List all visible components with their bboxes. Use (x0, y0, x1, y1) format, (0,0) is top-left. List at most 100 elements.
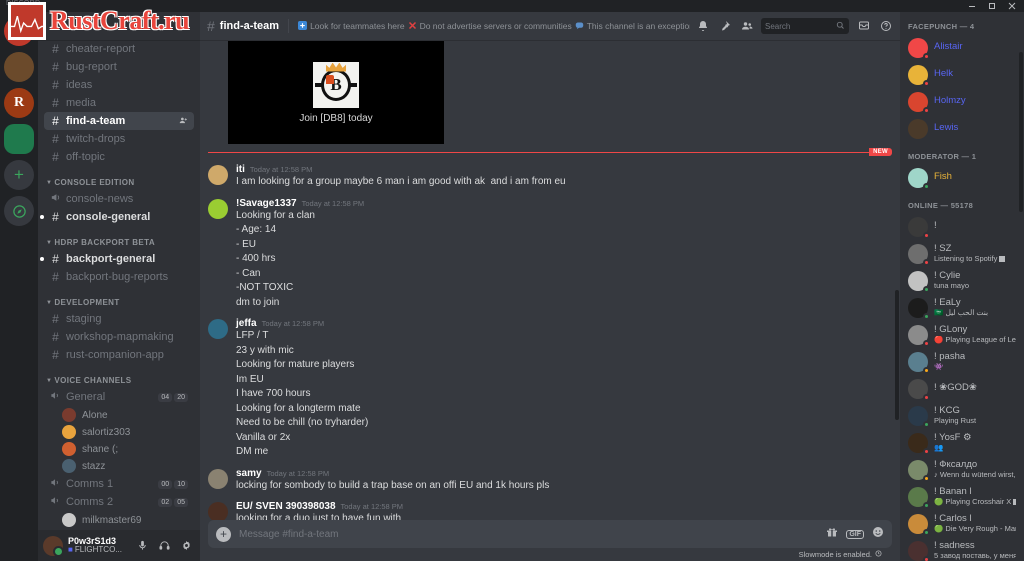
member-list[interactable]: FACEPUNCH — 4 Alistair Helk Holmzy Lewis MODE… (900, 12, 1024, 561)
help-icon[interactable] (878, 19, 893, 34)
avatar[interactable] (208, 165, 228, 185)
member-list-item[interactable]: ! YosF ⚙ 👥 (900, 429, 1024, 456)
message-author[interactable]: samy (236, 468, 262, 479)
member-list-item[interactable]: ! Carlos l🟢 Die Very Rough - Mario Ju... (900, 510, 1024, 537)
member-list-item[interactable]: ! sadness5 завод поставь, у меня жена... (900, 537, 1024, 561)
mic-icon[interactable] (134, 537, 151, 554)
message-author[interactable]: EU/ SVEN 390398038 (236, 501, 336, 512)
avatar[interactable] (43, 535, 64, 557)
member-list-item[interactable]: Fish (900, 164, 1024, 191)
member-list-item[interactable]: ! GLony🔴 Playing League of Lege... (900, 321, 1024, 348)
sidebar-item-media[interactable]: # media (44, 94, 194, 112)
headphones-icon[interactable] (156, 537, 173, 554)
message-line: - Age: 14 (236, 224, 277, 235)
topic-segment: This channel is an exception to speaking… (575, 21, 690, 32)
scrollbar[interactable] (895, 290, 899, 420)
pin-icon[interactable] (717, 19, 732, 34)
sidebar-item-console-news[interactable]: console-news (44, 190, 194, 208)
member-list-item[interactable]: Holmzy (900, 88, 1024, 115)
search-input[interactable] (765, 21, 833, 31)
red-x-icon (408, 21, 417, 32)
member-list-item[interactable]: ! KCG Playing Rust (900, 402, 1024, 429)
embed-image[interactable]: B Join [DB8] today (228, 41, 444, 144)
member-list-item[interactable]: ! (900, 213, 1024, 240)
sidebar-item-bug-report[interactable]: # bug-report (44, 58, 194, 76)
members-icon[interactable] (739, 19, 754, 34)
category-label: DEVELOPMENT (54, 298, 120, 307)
avatar[interactable] (208, 319, 228, 339)
member-list-item[interactable]: ! pasha 👾 (900, 348, 1024, 375)
voice-member[interactable]: milkmaster69 (58, 512, 194, 528)
sidebar-item-workshop-mapmaking[interactable]: # workshop-mapmaking (44, 328, 194, 346)
channel-label: bug-report (66, 61, 117, 73)
message-list[interactable]: B Join [DB8] today NEW iti Today at 12:58… (200, 40, 900, 520)
sidebar-item-Comms 1[interactable]: Comms 1 00 10 (44, 475, 194, 493)
scrollbar[interactable] (1019, 52, 1023, 212)
server-icon-palmer[interactable] (4, 52, 34, 82)
sidebar-item-console-general[interactable]: # console-general (40, 208, 194, 226)
server-icon-rust-emblem[interactable]: R (4, 88, 34, 118)
member-list-item[interactable]: ! EaLy 🇸🇦 بنت الحب ليل (900, 294, 1024, 321)
bell-icon[interactable] (695, 19, 710, 34)
channel-label: General (66, 391, 106, 403)
message-input[interactable] (239, 528, 819, 540)
member-list-item[interactable]: Helk (900, 61, 1024, 88)
channel-category-hdrp-backport-beta[interactable]: ▼ HDRP BACKPORT BETA (38, 226, 200, 250)
emoji-icon[interactable] (872, 525, 884, 543)
channel-list[interactable]: # cheater-report # bug-report # ideas # media # f… (38, 40, 200, 530)
member-list-item[interactable]: ! Banan l 🟢 Playing Crosshair X (900, 483, 1024, 510)
sidebar-item-ideas[interactable]: # ideas (44, 76, 194, 94)
message-author[interactable]: !Savage1337 (236, 198, 297, 209)
message-author[interactable]: jeffa (236, 318, 257, 329)
avatar[interactable] (208, 198, 228, 219)
member-list-item[interactable]: ! SZ Listening to Spotify (900, 240, 1024, 267)
close-button[interactable] (1002, 0, 1022, 12)
message-author[interactable]: iti (236, 164, 245, 175)
member-list-item[interactable]: ! Фксалдо♪ Wenn du wütend wirst, grei... (900, 456, 1024, 483)
channel-topic[interactable]: Look for teammates here Do not advertise … (298, 20, 690, 32)
member-list-item[interactable]: ! Cylie tuna mayo (900, 267, 1024, 294)
voice-member[interactable]: shane (; (58, 441, 194, 457)
avatar[interactable] (208, 468, 228, 489)
sidebar-item-cheater-report[interactable]: # cheater-report (44, 40, 194, 58)
member-list-item[interactable]: Alistair (900, 34, 1024, 61)
sidebar-item-Comms 2[interactable]: Comms 2 02 05 (44, 493, 194, 511)
inbox-icon[interactable] (856, 19, 871, 34)
voice-member[interactable]: salortiz303 (58, 424, 194, 440)
topic-text: This channel is an exception to speaking… (586, 21, 690, 31)
sidebar-item-backport-bug-reports[interactable]: # backport-bug-reports (44, 268, 194, 286)
avatar[interactable] (208, 502, 228, 520)
gift-icon[interactable] (826, 525, 838, 543)
channel-category-development[interactable]: ▼ DEVELOPMENT (38, 286, 200, 310)
member-list-item[interactable]: Lewis (900, 115, 1024, 142)
voice-member[interactable]: Alone (58, 407, 194, 423)
channel-category-voice-channels[interactable]: ▼ VOICE CHANNELS (38, 364, 200, 388)
server-icon-rustcraft[interactable] (4, 16, 34, 46)
guild-header[interactable] (38, 12, 200, 40)
sidebar-item-find-a-team[interactable]: # find-a-team (44, 112, 194, 130)
member-list-item[interactable]: ! ❀GOD❀ (900, 375, 1024, 402)
sidebar-item-off-topic[interactable]: # off-topic (44, 148, 194, 166)
sidebar-item-twitch-drops[interactable]: # twitch-drops (44, 130, 194, 148)
sidebar-item-backport-general[interactable]: # backport-general (40, 250, 194, 268)
minimize-button[interactable] (962, 0, 982, 12)
maximize-button[interactable] (982, 0, 1002, 12)
channel-label: find-a-team (66, 115, 126, 127)
add-server-button[interactable]: + (4, 160, 34, 190)
explore-servers-button[interactable] (4, 196, 34, 226)
channel-sidebar: # cheater-report # bug-report # ideas # media # f… (38, 12, 200, 561)
user-status-text: FLIGHTCO... (74, 545, 122, 555)
add-member-icon[interactable] (179, 116, 188, 127)
sidebar-item-staging[interactable]: # staging (44, 310, 194, 328)
gif-icon[interactable]: GIF (846, 529, 864, 539)
member-activity-text: ♪ Wenn du wütend wirst, grei... (934, 470, 1016, 479)
settings-gear-icon[interactable] (178, 537, 195, 554)
server-icon-rust-official[interactable] (4, 124, 34, 154)
sidebar-item-General[interactable]: General 04 20 (44, 388, 194, 406)
attach-plus-icon[interactable]: + (216, 526, 231, 542)
channel-category-console-edition[interactable]: ▼ CONSOLE EDITION (38, 166, 200, 190)
sidebar-item-rust-companion-app[interactable]: # rust-companion-app (44, 346, 194, 364)
voice-member[interactable]: stazz (58, 458, 194, 474)
message-composer[interactable]: + GIF (208, 520, 892, 548)
search-box[interactable] (761, 18, 849, 34)
